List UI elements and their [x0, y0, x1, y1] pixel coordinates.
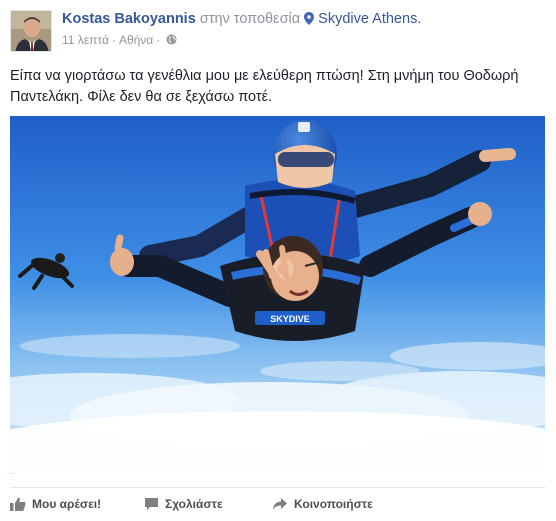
like-label: Μου αρέσει!	[32, 497, 102, 511]
comment-icon	[144, 497, 159, 514]
post-header: Kostas Bakoyannis στην τοποθεσία Skydive …	[62, 11, 421, 29]
avatar[interactable]	[10, 10, 52, 52]
feed-post: Kostas Bakoyannis στην τοποθεσία Skydive …	[0, 0, 556, 521]
post-text: Είπα να γιορτάσω τα γενέθλια μου με ελεύ…	[10, 68, 519, 105]
comment-label: Σχολιάστε	[165, 497, 223, 511]
location-connector: στην τοποθεσία	[199, 11, 301, 27]
globe-icon[interactable]	[166, 34, 177, 48]
like-button[interactable]: Μου αρέσει!	[10, 497, 101, 514]
location-link[interactable]: Skydive Athens.	[318, 11, 421, 27]
author-name[interactable]: Kostas Bakoyannis	[62, 11, 196, 27]
post-photo[interactable]: SKYDIVE	[10, 116, 545, 474]
share-button[interactable]: Κοινοποιήστε	[272, 497, 373, 514]
photo-print-text: SKYDIVE	[270, 314, 310, 324]
meta-separator-2: ·	[156, 33, 161, 47]
thumbs-up-icon	[10, 497, 26, 514]
share-label: Κοινοποιήστε	[294, 497, 373, 511]
timestamp-link[interactable]: 11 λεπτά	[62, 33, 109, 47]
city-label: Αθήνα	[118, 33, 154, 47]
post-meta: 11 λεπτά · Αθήνα ·	[62, 33, 177, 48]
post-actions: Μου αρέσει! Σχολιάστε Κοινοποιήστε	[10, 487, 545, 517]
meta-separator: ·	[111, 33, 116, 47]
comment-button[interactable]: Σχολιάστε	[144, 497, 223, 514]
share-icon	[272, 497, 288, 514]
map-pin-icon	[304, 12, 315, 29]
